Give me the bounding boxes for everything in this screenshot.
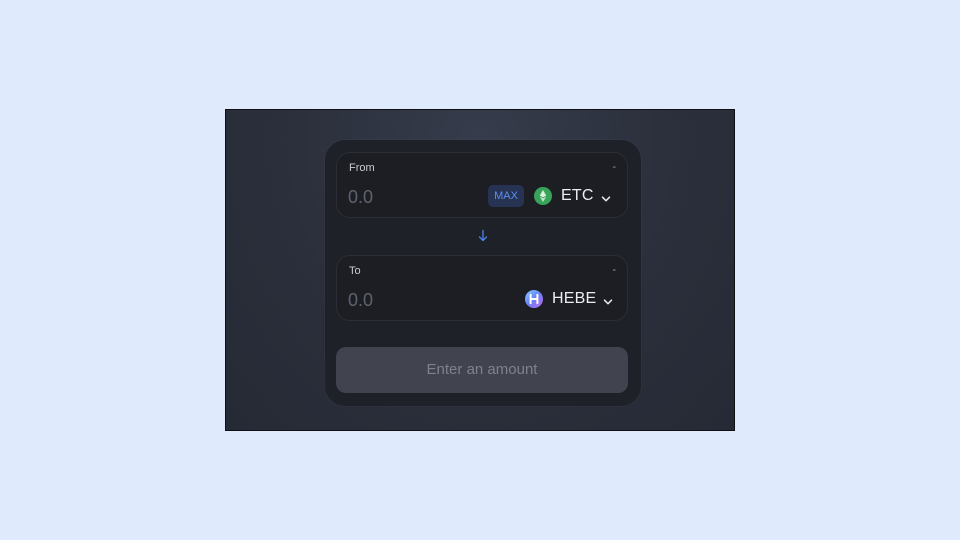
to-token-select[interactable]: HEBE	[525, 286, 613, 312]
to-amount-input[interactable]	[348, 288, 468, 312]
swap-card: From - MAX ETC	[325, 140, 641, 406]
from-panel: From - MAX ETC	[336, 152, 628, 218]
chevron-down-icon	[601, 191, 611, 202]
from-label: From	[349, 162, 375, 174]
app-window: From - MAX ETC	[225, 109, 735, 431]
max-button[interactable]: MAX	[488, 185, 524, 207]
from-balance: -	[612, 161, 616, 173]
enter-amount-button[interactable]: Enter an amount	[336, 347, 628, 393]
to-token-symbol: HEBE	[552, 290, 597, 307]
to-label: To	[349, 265, 361, 277]
swap-direction-button[interactable]	[477, 229, 489, 243]
from-token-select[interactable]: ETC	[534, 183, 611, 209]
from-amount-input[interactable]	[348, 185, 468, 209]
hebe-token-icon	[525, 290, 543, 308]
etc-token-icon	[534, 187, 552, 205]
arrow-down-icon	[478, 229, 488, 242]
to-panel: To - 0.0 HEBE	[336, 255, 628, 321]
chevron-down-icon	[603, 294, 613, 305]
to-balance: -	[612, 264, 616, 276]
from-token-symbol: ETC	[561, 187, 594, 204]
